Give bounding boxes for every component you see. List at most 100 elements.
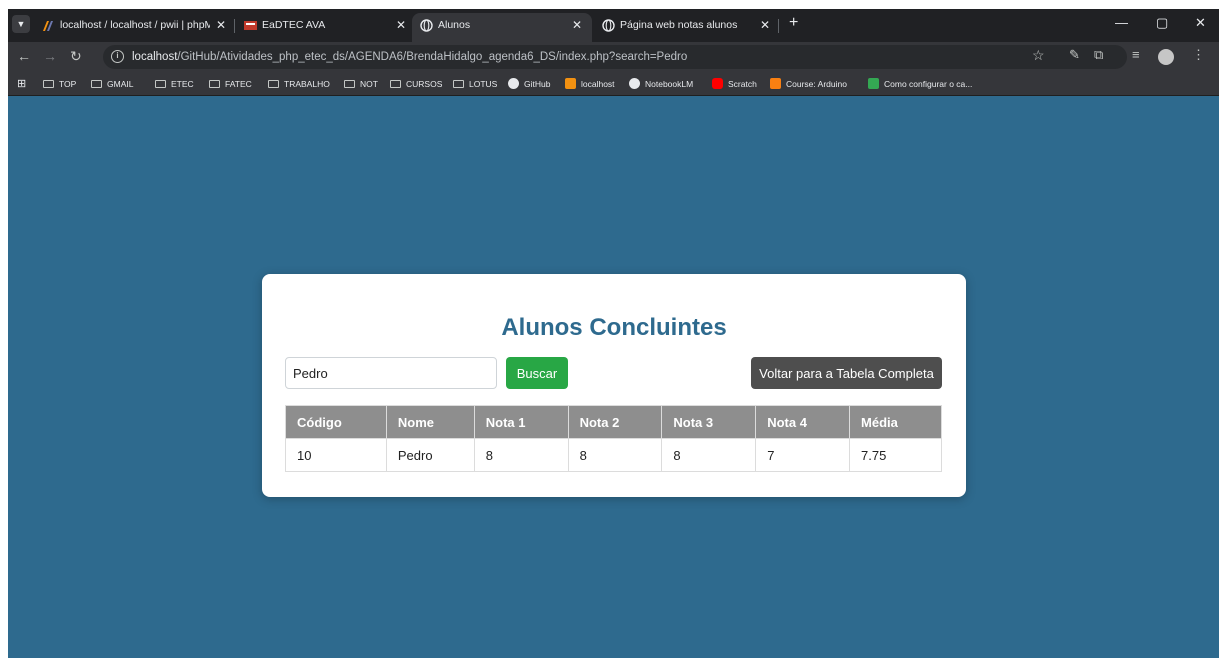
tab-phpmyadmin[interactable]: localhost / localhost / pwii | phpM ✕ (34, 13, 232, 42)
table-header-row: Código Nome Nota 1 Nota 2 Nota 3 Nota 4 … (285, 405, 942, 439)
bookmark-github[interactable]: GitHub (508, 72, 550, 96)
reading-list-icon[interactable]: ≡ (1132, 47, 1140, 62)
bookmark-label: Como configurar o ca... (884, 79, 973, 89)
folder-icon (453, 80, 464, 88)
back-arrow-icon[interactable]: ← (17, 47, 31, 65)
bookmark-label: localhost (581, 79, 615, 89)
bookmark-star-icon[interactable]: ☆ (1032, 47, 1045, 64)
bookmark-gmail[interactable]: GMAIL (91, 72, 133, 96)
address-bar[interactable]: i localhost/GitHub/Atividades_php_etec_d… (103, 45, 1127, 69)
bookmark-label: TRABALHO (284, 79, 330, 89)
column-header-nota1: Nota 1 (473, 405, 569, 439)
bookmark-localhost[interactable]: localhost (565, 72, 615, 96)
bookmark-cursos[interactable]: CURSOS (390, 72, 442, 96)
cell-media: 7.75 (849, 438, 942, 472)
column-header-nome: Nome (385, 405, 475, 439)
bookmark-arduino[interactable]: Course: Arduino (770, 72, 847, 96)
url-path: /GitHub/Atividades_php_etec_ds/AGENDA6/B… (177, 51, 688, 63)
cell-nota2: 8 (567, 438, 663, 472)
bookmark-label: ETEC (171, 79, 194, 89)
bookmark-label: GitHub (524, 79, 551, 89)
tab-title: Página web notas alunos (620, 19, 738, 31)
bookmark-label: NOT (360, 79, 378, 89)
column-header-codigo: Código (285, 405, 387, 439)
search-button[interactable]: Buscar (506, 357, 568, 389)
tab-title: Alunos (438, 19, 471, 31)
content-card: Alunos Concluintes Buscar Voltar para a … (262, 274, 966, 497)
restore-icon[interactable]: ▢ (1156, 15, 1168, 31)
cell-nota1: 8 (473, 438, 569, 472)
minimize-icon[interactable]: — (1115, 15, 1128, 30)
browser-toolbar: ← → ↻ i localhost/GitHub/Atividades_php_… (8, 42, 1219, 72)
folder-icon (344, 80, 355, 88)
tab-eadtec[interactable]: EaDTEC AVA ✕ (236, 13, 416, 42)
column-header-nota3: Nota 3 (661, 405, 757, 439)
github-icon (508, 78, 519, 89)
folder-icon (155, 80, 166, 88)
column-header-nota4: Nota 4 (755, 405, 851, 439)
bookmark-label: NotebookLM (645, 79, 694, 89)
menu-kebab-icon[interactable]: ⋮ (1192, 47, 1205, 63)
column-header-media: Média (849, 405, 942, 439)
notebooklm-icon (629, 78, 640, 89)
tab-close-icon[interactable]: ✕ (760, 13, 770, 38)
cell-codigo: 10 (285, 438, 387, 472)
bookmark-not[interactable]: NOT (344, 72, 378, 96)
tab-close-icon[interactable]: ✕ (216, 13, 226, 38)
bookmark-label: TOP (59, 79, 77, 89)
forward-arrow-icon[interactable]: → (43, 47, 57, 65)
column-header-nota2: Nota 2 (567, 405, 663, 439)
bookmark-notebooklm[interactable]: NotebookLM (629, 72, 693, 96)
search-input[interactable] (285, 357, 497, 389)
folder-icon (268, 80, 279, 88)
tab-pagina-notas[interactable]: Página web notas alunos ✕ (594, 13, 774, 42)
tab-strip: ▼ localhost / localhost / pwii | phpM ✕ … (8, 9, 1219, 42)
profile-avatar-icon[interactable] (1158, 49, 1174, 65)
browser-window: ▼ localhost / localhost / pwii | phpM ✕ … (8, 9, 1219, 658)
tab-alunos[interactable]: Alunos ✕ (412, 13, 592, 42)
folder-icon (209, 80, 220, 88)
bookmarks-bar: ⊞ TOP GMAIL ETEC FATEC TRABALHO NOT CURS… (8, 72, 1219, 96)
new-tab-button[interactable]: + (789, 14, 798, 32)
bookmark-trabalho[interactable]: TRABALHO (268, 72, 330, 96)
moodle-icon (770, 78, 781, 89)
table-row: 10 Pedro 8 8 8 7 7.75 (285, 438, 942, 472)
bookmark-label: Scratch (728, 79, 757, 89)
url-host: localhost (132, 51, 178, 63)
bookmark-label: FATEC (225, 79, 252, 89)
extensions-icon[interactable]: ⧉ (1094, 47, 1103, 63)
bookmark-etec[interactable]: ETEC (155, 72, 194, 96)
students-table: Código Nome Nota 1 Nota 2 Nota 3 Nota 4 … (285, 405, 942, 472)
phpmyadmin-icon (43, 21, 53, 31)
bookmark-fatec[interactable]: FATEC (209, 72, 252, 96)
page-title: Alunos Concluintes (501, 314, 727, 341)
reload-icon[interactable]: ↻ (70, 47, 82, 65)
site-info-icon[interactable]: i (111, 50, 124, 63)
url-text[interactable]: localhost/GitHub/Atividades_php_etec_ds/… (132, 45, 687, 69)
drive-icon (868, 78, 879, 89)
tab-title: EaDTEC AVA (262, 19, 326, 31)
tab-close-icon[interactable]: ✕ (396, 13, 406, 38)
tab-title: localhost / localhost / pwii | phpM (60, 19, 210, 31)
eadtec-icon (244, 21, 257, 30)
bookmark-label: LOTUS (469, 79, 498, 89)
eyedropper-icon[interactable]: ✎ (1069, 47, 1080, 63)
bookmark-lotus[interactable]: LOTUS (453, 72, 497, 96)
globe-icon (602, 19, 615, 32)
back-to-full-table-button[interactable]: Voltar para a Tabela Completa (751, 357, 942, 389)
bookmark-label: GMAIL (107, 79, 134, 89)
tab-search-button[interactable]: ▼ (12, 15, 30, 33)
tab-separator (778, 19, 779, 33)
window-close-icon[interactable]: ✕ (1195, 15, 1206, 31)
tab-close-icon[interactable]: ✕ (572, 13, 582, 38)
cell-nota4: 7 (755, 438, 851, 472)
folder-icon (43, 80, 54, 88)
bookmark-top[interactable]: TOP (43, 72, 76, 96)
bookmark-label: Course: Arduino (786, 79, 847, 89)
cell-nota3: 8 (661, 438, 757, 472)
bookmark-como-configurar[interactable]: Como configurar o ca... (868, 72, 972, 96)
bookmark-scratch[interactable]: Scratch (712, 72, 757, 96)
tab-separator (234, 19, 235, 33)
apps-grid-icon[interactable]: ⊞ (17, 72, 26, 96)
phpmyadmin-icon (565, 78, 576, 89)
